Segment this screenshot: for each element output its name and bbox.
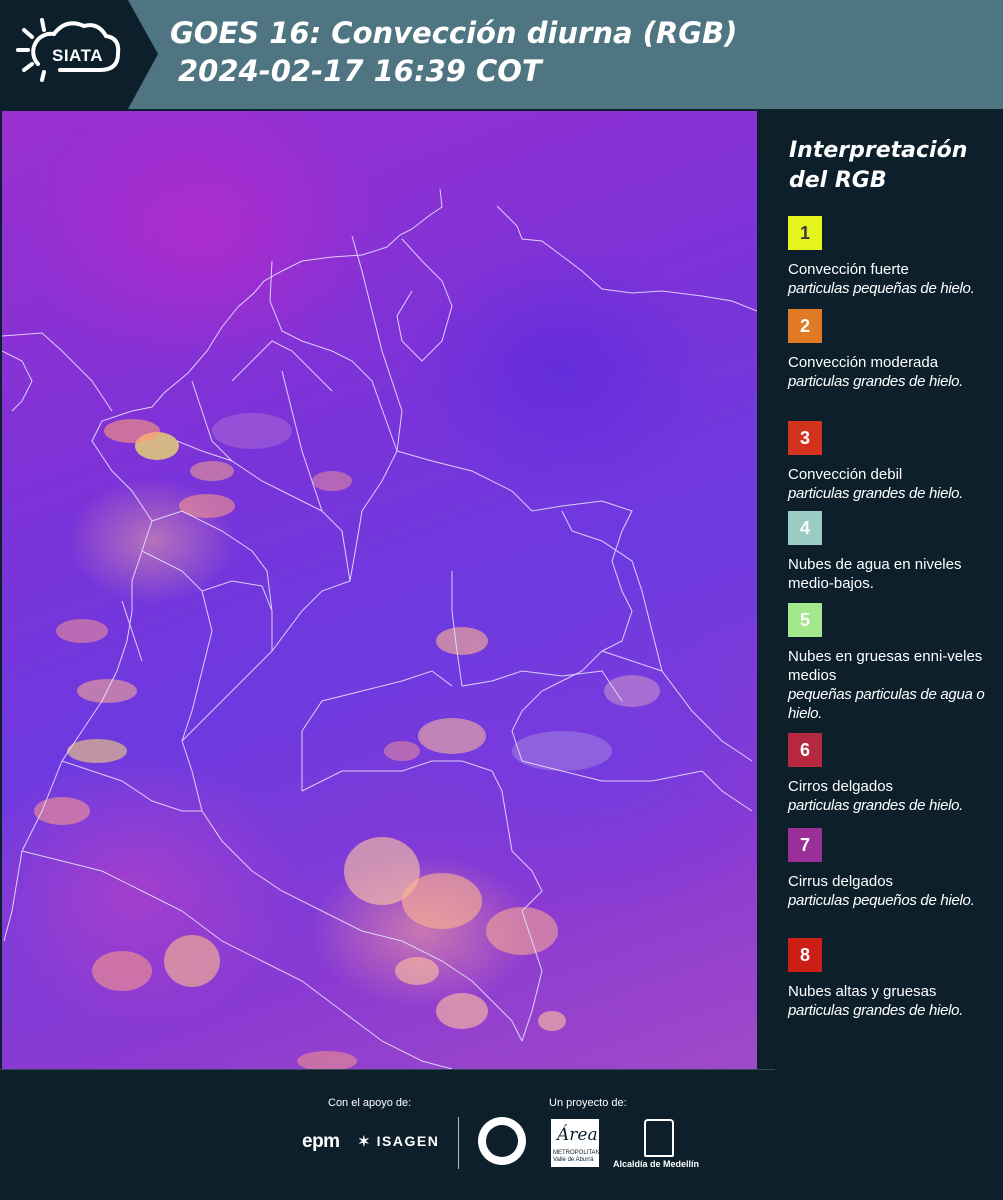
swatch-6: 6 <box>788 733 822 767</box>
swatch-3: 3 <box>788 421 822 455</box>
isagen-text: ISAGEN <box>376 1133 440 1149</box>
legend-item: 8 Nubes altas y gruesas particulas grand… <box>788 938 998 1020</box>
alcaldia-shield-icon <box>644 1119 674 1157</box>
cloud-features <box>34 413 660 1069</box>
legend-item-desc: pequeñas particulas de agua o hielo. <box>788 686 985 722</box>
legend-item: 4 Nubes de agua en niveles medio-bajos. <box>788 511 998 593</box>
legend-item-name: Cirros delgados <box>788 778 894 795</box>
legend-item-desc: particulas grandes de hielo. <box>788 1002 964 1019</box>
isagen-logo: ✶ ISAGEN <box>358 1133 439 1150</box>
university-seal-icon <box>478 1117 526 1165</box>
epm-logo: epm <box>302 1131 340 1152</box>
area-logo-subtitle: METROPOLITANA Valle de Aburrá <box>553 1150 604 1163</box>
legend-item-name: Cirrus delgados <box>788 873 894 890</box>
area-logo-word: Área <box>557 1125 598 1145</box>
legend-item: 3 Convección debil particulas grandes de… <box>788 421 998 503</box>
legend-item-name: Nubes altas y gruesas <box>788 983 937 1000</box>
legend-item-name: Nubes en gruesas enni-veles medios <box>788 648 983 684</box>
legend-item-name: Convección debil <box>788 466 903 483</box>
area-metropolitana-logo: Área METROPOLITANA Valle de Aburrá <box>551 1119 604 1167</box>
swatch-8: 8 <box>788 938 822 972</box>
support-label: Con el apoyo de: <box>328 1097 412 1109</box>
footer: Con el apoyo de: Un proyecto de: epm ✶ I… <box>0 1069 1003 1200</box>
legend-item: 1 Convección fuerte particulas pequeñas … <box>788 216 998 298</box>
page-timestamp: 2024-02-17 16:39 COT <box>178 54 542 88</box>
legend-item: 7 Cirrus delgados particulas pequeños de… <box>788 828 998 910</box>
legend-item: 5 Nubes en gruesas enni-veles medios peq… <box>788 603 998 723</box>
swatch-1: 1 <box>788 216 822 250</box>
legend-item-desc: particulas pequeños de hielo. <box>788 892 975 909</box>
legend-item-desc: particulas grandes de hielo. <box>788 485 964 502</box>
logo-divider <box>458 1117 459 1169</box>
project-label: Un proyecto de: <box>549 1097 627 1109</box>
borders <box>2 188 757 1069</box>
logo-text: SIATA <box>52 46 103 65</box>
swatch-2: 2 <box>788 309 822 343</box>
legend-item-desc: particulas pequeñas de hielo. <box>788 280 975 297</box>
swatch-7: 7 <box>788 828 822 862</box>
legend-item-name: Convección fuerte <box>788 261 909 278</box>
header-bar: SIATA GOES 16: Convección diurna (RGB) 2… <box>0 0 1003 109</box>
legend-item-name: Nubes de agua en niveles medio-bajos. <box>788 556 962 592</box>
legend-item-desc: particulas grandes de hielo. <box>788 373 964 390</box>
legend-item: 2 Convección moderada particulas grandes… <box>788 309 998 391</box>
map-overlay <box>2 188 757 1069</box>
legend-title-line1: Interpretación <box>789 138 968 163</box>
swatch-4: 4 <box>788 511 822 545</box>
satellite-map <box>2 111 757 1069</box>
siata-logo: SIATA <box>0 0 158 109</box>
legend-title-line2: del RGB <box>789 168 887 193</box>
divider <box>0 1069 775 1070</box>
legend-item: 6 Cirros delgados particulas grandes de … <box>788 733 998 815</box>
alcaldia-logo-text: Alcaldía de Medellín <box>613 1159 700 1169</box>
legend-title: Interpretación del RGB <box>789 136 967 196</box>
legend-item-desc: particulas grandes de hielo. <box>788 797 964 814</box>
page-title: GOES 16: Convección diurna (RGB) <box>170 16 738 50</box>
legend-panel: Interpretación del RGB 1 Convección fuer… <box>760 111 1003 1069</box>
legend-item-name: Convección moderada <box>788 354 939 371</box>
seal-center <box>486 1125 518 1157</box>
isagen-mark-icon: ✶ <box>358 1133 372 1149</box>
swatch-5: 5 <box>788 603 822 637</box>
